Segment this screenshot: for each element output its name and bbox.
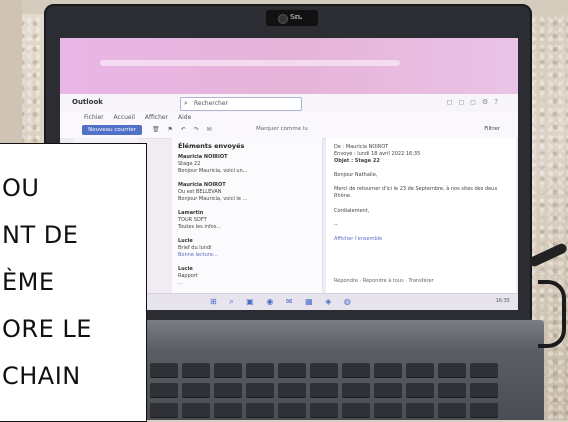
email-subject: Objet : Stage 22 [334, 158, 380, 164]
message-list: Éléments envoyés Mauricia NOIRIOT Stage … [172, 138, 323, 298]
webcam-logo: 𝕊𝕟. [290, 13, 303, 21]
header-icons[interactable]: ◻◻◻⚙? [447, 98, 504, 106]
app-name: Outlook [72, 98, 103, 106]
overlay-line-5: CHAIN [2, 362, 81, 390]
overlay-text-box: OU NT DE ÈME ORE LE CHAIN [0, 143, 147, 422]
ribbon-tabs: Fichier Accueil Afficher Aide [84, 114, 199, 121]
list-item[interactable]: Lucie Brief du lundi Bonne lecture... [178, 238, 316, 259]
browser-top-bar [60, 38, 518, 94]
message-list-header: Éléments envoyés [178, 142, 245, 150]
forward-button[interactable]: Transférer [408, 278, 433, 284]
keyboard-row [150, 362, 502, 378]
email-sent: Envoyé : lundi 18 avril 2022 16:35 [334, 151, 421, 157]
search-placeholder: Rechercher [194, 100, 228, 107]
show-all-link[interactable]: Afficher l'ensemble [334, 236, 382, 243]
email-closing: Cordialement, [334, 208, 370, 214]
overlay-line-3: ÈME [2, 268, 55, 296]
overlay-line-2: NT DE [2, 221, 79, 249]
ribbon-tool-icons[interactable]: 🗑 ⚑ ↶ ↷ ✉ [152, 126, 215, 133]
mark-read-button[interactable]: Marquer comme lu [256, 126, 308, 132]
keyboard-row [150, 382, 502, 398]
tab-aide[interactable]: Aide [178, 114, 191, 121]
list-item[interactable]: Lucie Rapport ... [178, 266, 316, 287]
webcam-cover: 𝕊𝕟. [266, 10, 318, 26]
search-input[interactable]: ⌕ Rechercher [180, 97, 302, 111]
filter-button[interactable]: Filtrer [484, 126, 500, 132]
email-signature: -- [334, 222, 338, 228]
search-icon: ⌕ [184, 99, 188, 107]
list-item[interactable]: Lamartin TOUR SOFT Toutes les infos... [178, 210, 316, 231]
email-body: Merci de retourner d'ici le 23 de Septem… [334, 186, 498, 199]
new-mail-button[interactable]: Nouveau courrier [82, 125, 142, 135]
email-from: De : Mauricia NOIROT [334, 144, 389, 150]
taskbar-app-icons[interactable]: ⊞ ⌕ ▣ ◉ ✉ ▦ ◈ ◍ [210, 297, 356, 307]
tab-fichier[interactable]: Fichier [84, 114, 104, 121]
charger-cable [538, 280, 566, 348]
reply-actions: Répondre · Répondre à tous · Transférer [334, 278, 434, 284]
outlook-app-bar: Outlook ⌕ Rechercher ◻◻◻⚙? [60, 94, 518, 113]
reply-all-button[interactable]: Répondre à tous [363, 278, 404, 284]
reading-pane: De : Mauricia NOIROT Envoyé : lundi 18 a… [326, 138, 516, 298]
webcam-lens-icon [278, 14, 288, 24]
ribbon: Fichier Accueil Afficher Aide Nouveau co… [60, 112, 518, 139]
list-item[interactable]: Mauricia NOIRIOT Stage 22 Bonjour Mauric… [178, 154, 316, 175]
list-item[interactable]: Mauricia NOIROT Ou est BELLEVAN Bonjour … [178, 182, 316, 203]
tab-afficher[interactable]: Afficher [145, 114, 168, 121]
overlay-line-1: OU [2, 174, 40, 202]
keyboard-row [150, 402, 502, 418]
reply-button[interactable]: Répondre [334, 278, 358, 284]
overlay-line-4: ORE LE [2, 315, 92, 343]
tab-accueil[interactable]: Accueil [114, 114, 135, 121]
email-greeting: Bonjour Nathalie, [334, 172, 378, 178]
blurred-tabs [100, 60, 400, 66]
system-tray-clock: 16:35 [495, 298, 510, 304]
